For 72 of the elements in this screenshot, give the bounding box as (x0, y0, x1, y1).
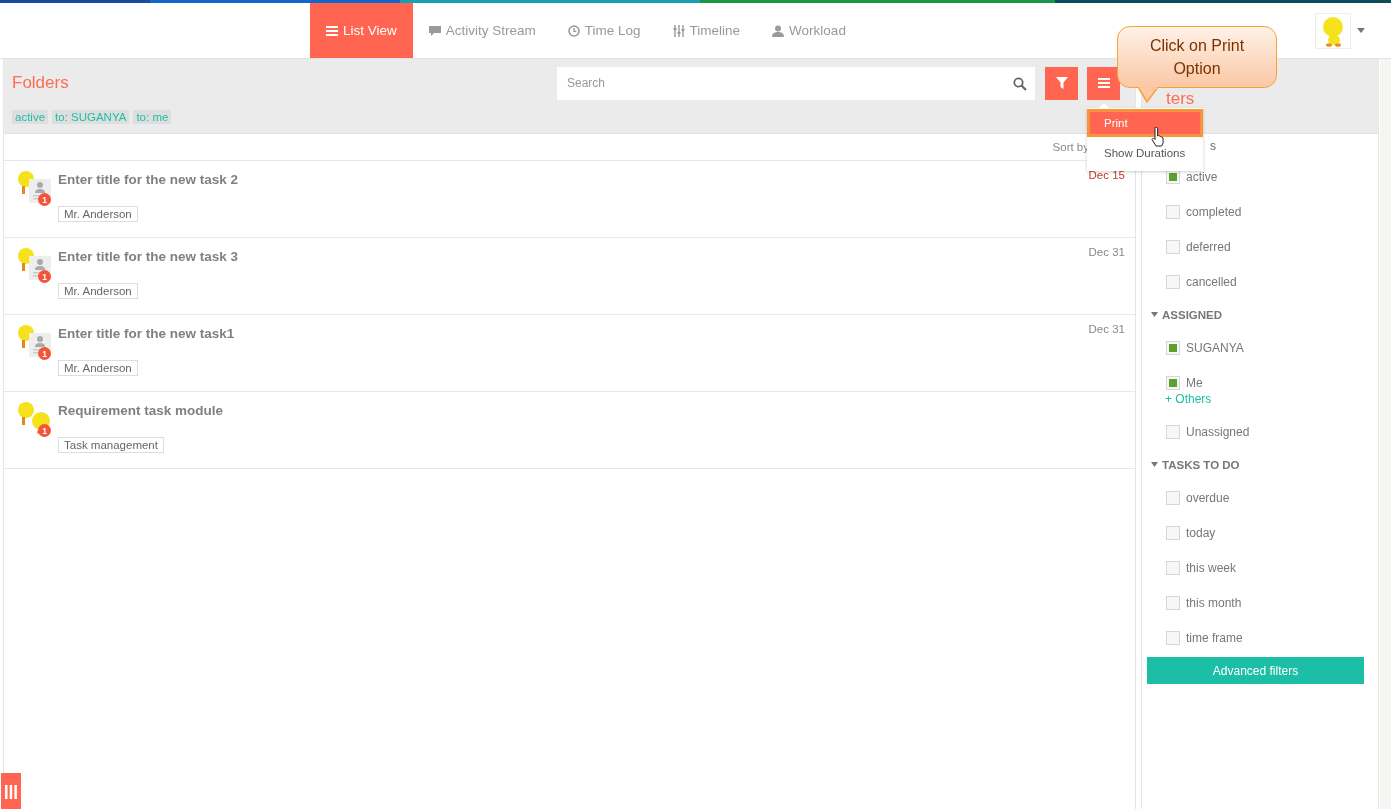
nav-tab[interactable]: Time Log (551, 3, 657, 58)
checkbox[interactable] (1166, 424, 1180, 439)
assignee-tag: Task management (58, 437, 164, 453)
callout-bubble: Click on Print Option (1117, 26, 1277, 88)
checkbox[interactable] (1166, 630, 1180, 645)
checkbox[interactable] (1166, 490, 1180, 505)
assignee-tag: Mr. Anderson (58, 360, 138, 376)
user-avatar[interactable] (1323, 16, 1343, 47)
checkbox[interactable] (1166, 340, 1180, 355)
checkbox-label: this week (1186, 560, 1237, 575)
assignee-tag: Mr. Anderson (58, 283, 138, 299)
task-title[interactable]: Enter title for the new task 3 (58, 249, 1089, 264)
sidebar-title: ters (1166, 89, 1195, 108)
advanced-filters-button[interactable]: Advanced filters (1147, 657, 1364, 684)
panel-title: Folders (12, 73, 69, 93)
section-heading[interactable]: ASSIGNED (1162, 308, 1223, 321)
task-title[interactable]: Enter title for the new task 2 (58, 172, 1089, 187)
clock-icon (567, 24, 580, 37)
checkbox-label: today (1186, 525, 1216, 540)
checkbox-label: time frame (1186, 630, 1243, 645)
menu-button[interactable] (1087, 66, 1120, 100)
checkbox-label: Me (1186, 375, 1203, 390)
section-heading[interactable]: s (1210, 139, 1216, 153)
avatar-drawing (18, 248, 51, 280)
checkbox[interactable] (1166, 239, 1180, 254)
nav-tab[interactable]: List View (310, 3, 413, 58)
menu-item[interactable]: Print (1087, 108, 1203, 137)
panel-handle[interactable] (1, 773, 21, 809)
search-field[interactable]: Search (557, 66, 1035, 100)
checkbox[interactable] (1166, 525, 1180, 540)
checkbox[interactable] (1166, 560, 1180, 575)
due-date: Dec 31 (1088, 246, 1125, 258)
menu-item[interactable]: Show Durations (1087, 136, 1203, 169)
checkbox[interactable] (1166, 274, 1180, 289)
due-date: Dec 31 (1088, 323, 1125, 335)
checkbox-label: deferred (1186, 239, 1231, 254)
filter-button[interactable] (1045, 66, 1078, 100)
sliders-icon (672, 24, 685, 37)
checkbox-label: this month (1186, 595, 1242, 610)
filter-tag[interactable]: to: SUGANYA (52, 110, 130, 124)
checkbox-label: completed (1186, 204, 1242, 219)
bars-icon (5, 784, 17, 799)
checkbox[interactable] (1166, 375, 1180, 390)
others-link[interactable]: + Others (1165, 392, 1212, 406)
count-badge: 1 (38, 424, 51, 437)
menu-icon (1097, 77, 1110, 89)
user-icon (772, 24, 785, 37)
speech-bubble-icon (428, 24, 441, 37)
filter-tag[interactable]: active (12, 110, 49, 124)
checkbox-label: overdue (1186, 490, 1230, 505)
callout-pointer (1138, 86, 1158, 104)
task-title[interactable]: Requirement task module (58, 403, 1125, 418)
checkbox-label: SUGANYA (1186, 340, 1244, 355)
checkbox-label: cancelled (1186, 274, 1237, 289)
checkbox[interactable] (1166, 204, 1180, 219)
caret-icon (1357, 28, 1365, 33)
avatar-drawing (18, 171, 51, 203)
section-heading[interactable]: TASKS TO DO (1162, 458, 1240, 471)
checkbox-label: Unassigned (1186, 424, 1250, 439)
funnel-icon (1055, 77, 1068, 89)
nav-tab[interactable]: Timeline (656, 3, 757, 58)
list-icon (326, 24, 338, 37)
avatar-drawing (18, 325, 51, 357)
checkbox[interactable] (1166, 595, 1180, 610)
hand-cursor-icon (1151, 127, 1165, 147)
filter-tag[interactable]: to: me (133, 110, 172, 124)
nav-tab[interactable]: Activity Stream (412, 3, 552, 58)
nav-tab[interactable]: Workload (756, 3, 862, 58)
assignee-tag: Mr. Anderson (58, 206, 138, 222)
task-title[interactable]: Enter title for the new task1 (58, 326, 1089, 341)
search-icon (1013, 76, 1027, 91)
checkbox-label: active (1186, 169, 1218, 184)
